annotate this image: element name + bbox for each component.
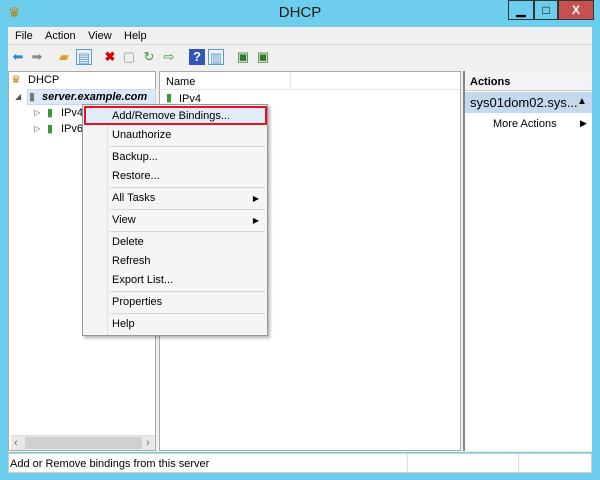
back-icon[interactable]: ⬅ (10, 49, 26, 65)
separator (109, 291, 265, 292)
menu-file[interactable]: File (15, 30, 33, 42)
show-action-pane-icon[interactable]: ▥ (208, 49, 224, 65)
forward-icon[interactable]: ➡ (29, 49, 45, 65)
menu-item-view[interactable]: View (112, 214, 136, 226)
menu-action[interactable]: Action (45, 30, 76, 42)
tree-server[interactable]: server.example.com (42, 91, 147, 103)
status-text: Add or Remove bindings from this server (10, 458, 210, 470)
actions-title: Actions (470, 76, 511, 88)
network-icon[interactable]: ▣ (255, 49, 271, 65)
refresh-icon[interactable]: ↻ (141, 49, 157, 65)
menu-item-all-tasks[interactable]: All Tasks (112, 192, 155, 204)
menu-item-export-list[interactable]: Export List... (112, 274, 173, 286)
dhcp-icon: ♛ (11, 74, 21, 86)
submenu-arrow-icon: ▶ (252, 216, 259, 225)
submenu-arrow-icon: ▶ (580, 118, 587, 128)
menu-item-help[interactable]: Help (112, 318, 135, 330)
separator (109, 313, 265, 314)
server-display-icon[interactable]: ▣ (235, 49, 251, 65)
separator (109, 187, 265, 188)
delete-icon[interactable]: ✖ (102, 49, 118, 65)
menu-item-delete[interactable]: Delete (112, 236, 144, 248)
status-bar: Add or Remove bindings from this server (8, 453, 592, 473)
title-bar: ♛ DHCP ▁ □ X (0, 0, 600, 26)
scroll-right-icon[interactable]: › (146, 437, 150, 449)
horizontal-scrollbar[interactable]: ‹ › (11, 435, 155, 450)
collapse-icon[interactable]: ◢ (15, 92, 21, 101)
menu-item-properties[interactable]: Properties (112, 296, 162, 308)
menu-item-unauthorize[interactable]: Unauthorize (112, 129, 171, 141)
separator (109, 146, 265, 147)
tree-ipv6[interactable]: IPv6 (61, 123, 83, 135)
submenu-arrow-icon: ▶ (252, 194, 259, 203)
up-folder-icon[interactable]: ▰ (56, 49, 72, 65)
more-actions[interactable]: More Actions (493, 118, 557, 130)
toolbar: ⬅ ➡ ▰ ▤ ✖ ▢ ↻ ⇨ ? ▥ ▣ ▣ (8, 45, 592, 70)
separator (109, 209, 265, 210)
column-header-row: Name (160, 72, 460, 90)
ipv6-icon: ▮ (47, 123, 54, 135)
separator (109, 231, 265, 232)
menu-bar: File Action View Help (8, 27, 592, 45)
show-hide-tree-icon[interactable]: ▤ (76, 49, 92, 65)
collapse-up-icon[interactable]: ▲ (577, 96, 587, 107)
menu-item-restore[interactable]: Restore... (112, 170, 160, 182)
menu-view[interactable]: View (88, 30, 112, 42)
menu-help[interactable]: Help (124, 30, 147, 42)
status-divider (518, 454, 519, 472)
actions-section[interactable]: sys01dom02.sys... ▲ (465, 92, 592, 113)
context-menu: Add/Remove Bindings... Unauthorize Backu… (82, 104, 268, 336)
export-icon[interactable]: ⇨ (161, 49, 177, 65)
tree-root-dhcp[interactable]: DHCP (28, 74, 59, 86)
menu-item-add-remove-bindings[interactable]: Add/Remove Bindings... (112, 110, 230, 122)
expand-icon[interactable]: ▷ (34, 124, 40, 133)
help-icon[interactable]: ? (189, 49, 205, 65)
server-icon: ▮ (29, 91, 36, 103)
menu-item-backup[interactable]: Backup... (112, 151, 158, 163)
close-button[interactable]: X (558, 0, 594, 20)
gutter-line (107, 105, 108, 335)
tree-ipv4[interactable]: IPv4 (61, 107, 83, 119)
maximize-button[interactable]: □ (534, 0, 558, 20)
menu-item-refresh[interactable]: Refresh (112, 255, 151, 267)
ipv4-icon: ▮ (47, 107, 54, 119)
actions-header: Actions (465, 71, 592, 91)
column-divider[interactable] (290, 72, 291, 89)
status-divider (407, 454, 408, 472)
actions-pane: Actions sys01dom02.sys... ▲ More Actions… (463, 71, 592, 451)
properties-icon[interactable]: ▢ (121, 49, 137, 65)
actions-section-title: sys01dom02.sys... (470, 95, 578, 110)
expand-icon[interactable]: ▷ (34, 108, 40, 117)
scroll-thumb[interactable] (25, 437, 142, 449)
ipv4-icon: ▮ (166, 92, 173, 104)
column-name[interactable]: Name (166, 76, 195, 88)
scroll-left-icon[interactable]: ‹ (14, 437, 18, 449)
minimize-button[interactable]: ▁ (508, 0, 534, 20)
